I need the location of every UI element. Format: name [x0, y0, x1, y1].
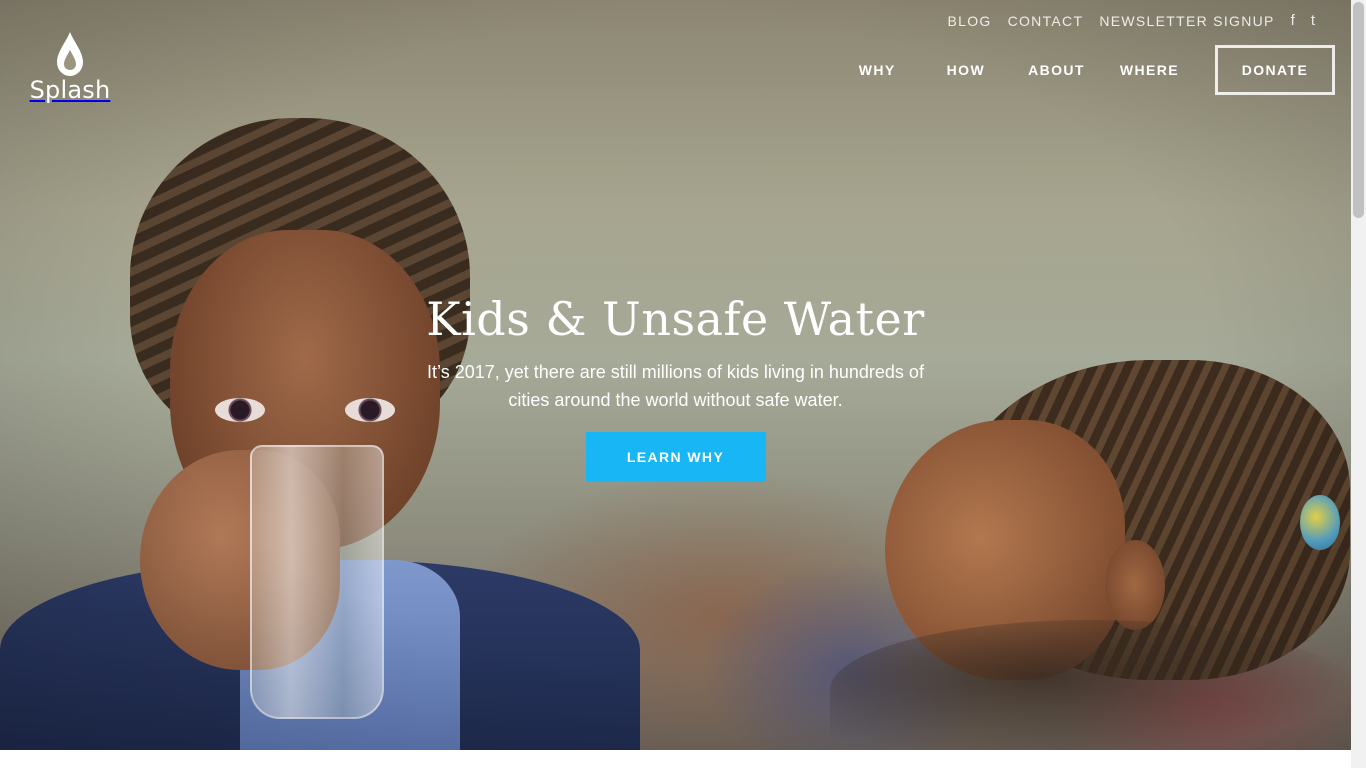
nav-blog[interactable]: BLOG	[947, 13, 991, 29]
hero-title: Kids & Unsafe Water	[426, 292, 925, 346]
donate-button[interactable]: DONATE	[1215, 45, 1335, 95]
logo-link[interactable]: Splash	[29, 30, 111, 104]
water-drop-icon	[57, 32, 83, 76]
learn-why-button[interactable]: LEARN WHY	[585, 432, 766, 482]
nav-newsletter-signup[interactable]: NEWSLETTER SIGNUP	[1099, 13, 1274, 29]
twitter-icon[interactable]: t	[1311, 12, 1315, 29]
scrollbar-thumb[interactable]	[1353, 2, 1364, 218]
nav-about[interactable]: ABOUT	[1028, 62, 1085, 78]
hero-subtitle: It’s 2017, yet there are still millions …	[427, 362, 924, 410]
facebook-icon[interactable]: f	[1291, 12, 1295, 29]
hero-content: Kids & Unsafe Water It’s 2017, yet there…	[0, 292, 1351, 482]
scrollbar[interactable]	[1351, 0, 1366, 768]
hero-section: Splash BLOG CONTACT NEWSLETTER SIGNUP f …	[0, 0, 1351, 750]
nav-why[interactable]: WHY	[859, 62, 896, 78]
nav-contact[interactable]: CONTACT	[1008, 13, 1084, 29]
nav-where[interactable]: WHERE	[1120, 62, 1179, 78]
logo-text: Splash	[29, 76, 111, 104]
main-nav: WHY HOW ABOUT WHERE DONATE	[859, 45, 1335, 95]
top-nav: BLOG CONTACT NEWSLETTER SIGNUP f t	[947, 12, 1315, 29]
nav-how[interactable]: HOW	[947, 62, 985, 78]
